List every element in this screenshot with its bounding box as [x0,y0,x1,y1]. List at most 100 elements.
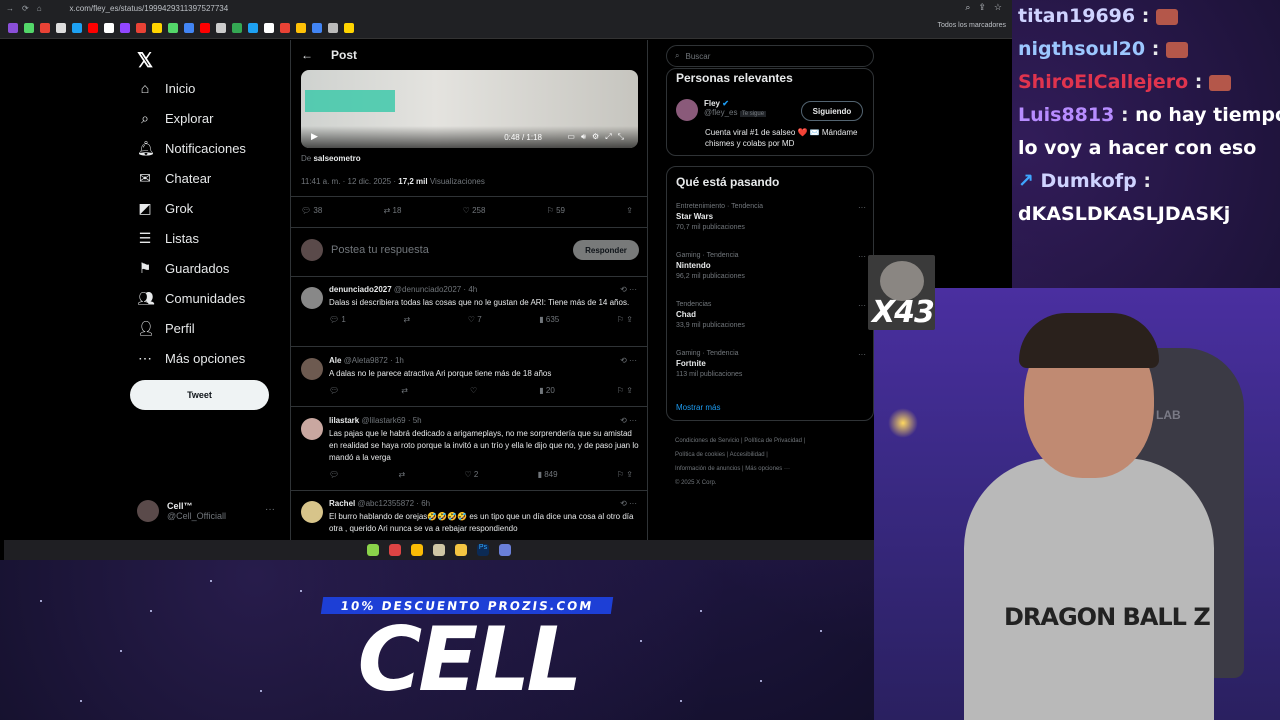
source-account-link[interactable]: salseometro [313,154,360,163]
trend-item[interactable]: Entretenimiento · Tendencia Star Wars 70,7… [676,203,866,231]
trend-item[interactable]: Gaming · Tendencia Fortnite 113 mil public… [676,350,866,378]
more-icon[interactable]: ··· [858,301,866,310]
video-settings-icons[interactable]: ▭🔊︎⚙⤢⤡ [567,132,630,142]
forward-icon[interactable]: → [6,4,14,13]
bookmark-icon[interactable]: ⚐ ⇪ [617,386,633,395]
bookmark-icon[interactable] [328,22,338,33]
share-icon[interactable]: ⇪ [626,206,633,215]
show-more-link[interactable]: Mostrar más [676,403,720,412]
bookmark-icon[interactable] [24,22,34,33]
bookmark-icon[interactable] [152,22,162,33]
bookmark-icon[interactable] [136,22,146,33]
bookmark-icon[interactable] [8,22,18,33]
chrome-icon[interactable] [411,544,423,556]
bookmark-icon[interactable]: ⚐ ⇪ [617,315,633,324]
more-icon[interactable]: ⟲ ··· [620,356,637,365]
trend-item[interactable]: Tendencias Chad 33,9 mil publicaciones ··· [676,301,866,329]
reply-input[interactable]: Postea tu respuesta [331,244,429,256]
bookmark-icon[interactable] [120,22,130,33]
bookmark-icon[interactable] [344,22,354,33]
bookmark-icon[interactable] [264,22,274,33]
more-icon[interactable]: ⟲ ··· [620,499,637,508]
home-icon[interactable]: ⌂ [37,4,42,13]
trend-item[interactable]: Gaming · Tendencia Nintendo 96,2 mil publi… [676,252,866,280]
tweet-button[interactable]: Tweet [130,380,269,410]
more-icon[interactable]: ··· [265,504,275,515]
account-switcher[interactable]: Cell™ @Cell_Officiall ··· [137,500,275,522]
search-input[interactable]: ⌕ Buscar [666,45,874,67]
app-icon[interactable] [367,544,379,556]
star-icon[interactable]: ☆ [994,2,1002,13]
sidebar-item-comunidades[interactable]: 👥︎ Comunidades [137,290,245,307]
bookmark-icon[interactable] [104,22,114,33]
more-icon[interactable]: ··· [858,350,866,359]
sidebar-item-inicio[interactable]: ⌂ Inicio [137,80,196,96]
sidebar-item-mas-opciones[interactable]: ⋯ Más opciones [137,350,245,367]
reply-icon[interactable]: 💬︎ [329,386,339,395]
bookmark-icon[interactable] [312,22,322,33]
app-icon[interactable] [433,544,445,556]
more-icon[interactable]: ··· [858,252,866,261]
back-arrow-icon[interactable]: ← [301,48,313,62]
bookmark-icon[interactable] [40,22,50,33]
sidebar-item-explorar[interactable]: ⌕ Explorar [137,110,213,127]
like-button[interactable]: ♡ 7 [468,315,482,324]
zoom-icon[interactable]: ⌕ [965,2,970,13]
bookmark-icon[interactable] [200,22,210,33]
bookmark-icon[interactable] [88,22,98,33]
repost-icon[interactable]: ⇄ [403,315,410,324]
photoshop-icon[interactable]: Ps [477,544,489,556]
views-button[interactable]: ▮ 849 [538,470,558,479]
following-button[interactable]: Siguiendo [801,101,863,121]
relevant-profile[interactable]: Fley ✔ @fley_es Te sigue Cuenta viral #1… [676,99,857,148]
reply-icon[interactable]: 💬︎ [329,470,339,479]
bookmark-button[interactable]: ⚐ 59 [547,206,565,215]
sidebar-item-perfil[interactable]: 👤︎ Perfil [137,320,195,337]
bookmark-icon[interactable] [72,22,82,33]
bookmark-icon[interactable] [184,22,194,33]
x-logo-icon[interactable]: 𝕏 [137,48,153,73]
views-button[interactable]: ▮ 635 [539,315,559,324]
bookmark-icon[interactable]: ⚐ ⇪ [617,470,633,479]
folder-icon[interactable] [455,544,467,556]
play-icon[interactable]: ▶ [311,131,318,142]
reply-button[interactable]: 💬︎ 1 [329,315,346,324]
repost-icon[interactable]: ⇄ [398,470,405,479]
sidebar-item-grok[interactable]: ◩ Grok [137,200,193,217]
like-button[interactable]: ♡ 2 [464,470,478,479]
more-icon[interactable]: ⟲ ··· [620,416,637,425]
url-text[interactable]: x.com/fley_es/status/1999429311397527734 [70,4,229,13]
app-icon[interactable] [389,544,401,556]
sidebar-item-chatear[interactable]: ✉︎ Chatear [137,170,211,187]
like-button[interactable]: ♡ 258 [463,206,486,215]
list-item[interactable]: lilastark @lilastark69 · 5h ⟲ ··· Las pa… [291,416,647,479]
reply-button[interactable]: 💬︎ 38 [301,206,322,215]
app-icon[interactable] [499,544,511,556]
sidebar-item-guardados[interactable]: ⚑ Guardados [137,260,230,277]
bookmark-icon[interactable] [216,22,226,33]
video-player[interactable]: ▶ 0:48 / 1:18 ▭🔊︎⚙⤢⤡ [301,70,638,148]
bookmark-icon[interactable] [56,22,66,33]
more-icon[interactable]: ⟲ ··· [620,285,637,294]
repost-button[interactable]: ⇄ 18 [384,206,402,215]
reply-submit-button[interactable]: Responder [573,240,639,260]
bookmark-icon[interactable] [232,22,242,33]
account-handle: @Cell_Officiall [167,511,226,521]
list-item[interactable]: Ale @Aleta9872 · 1h ⟲ ··· A dalas no le … [291,356,647,395]
sidebar-item-notificaciones[interactable]: 🔔︎ Notificaciones [137,140,246,157]
views-button[interactable]: ▮ 20 [539,386,555,395]
bookmark-icon[interactable] [248,22,258,33]
list-item[interactable]: denunciado2027 @denunciado2027 · 4h ⟲ ··… [291,285,647,324]
reload-icon[interactable]: ⟳ [22,4,29,13]
more-icon[interactable]: ··· [858,203,866,212]
address-bar[interactable]: → ⟳ ⌂ x.com/fley_es/status/1999429311397… [0,0,1012,17]
share-icon[interactable]: ⇪ [978,2,986,13]
repost-icon[interactable]: ⇄ [401,386,408,395]
heart-icon[interactable]: ♡ [470,386,477,395]
sidebar-item-listas[interactable]: ☰ Listas [137,230,199,247]
bookmark-icon[interactable] [280,22,290,33]
bookmark-icon[interactable] [296,22,306,33]
all-bookmarks-label[interactable]: Todos los marcadores [938,22,1006,29]
list-item[interactable]: Rachel @abc12355872 · 6h ⟲ ··· El burro … [291,499,647,535]
bookmark-icon[interactable] [168,22,178,33]
